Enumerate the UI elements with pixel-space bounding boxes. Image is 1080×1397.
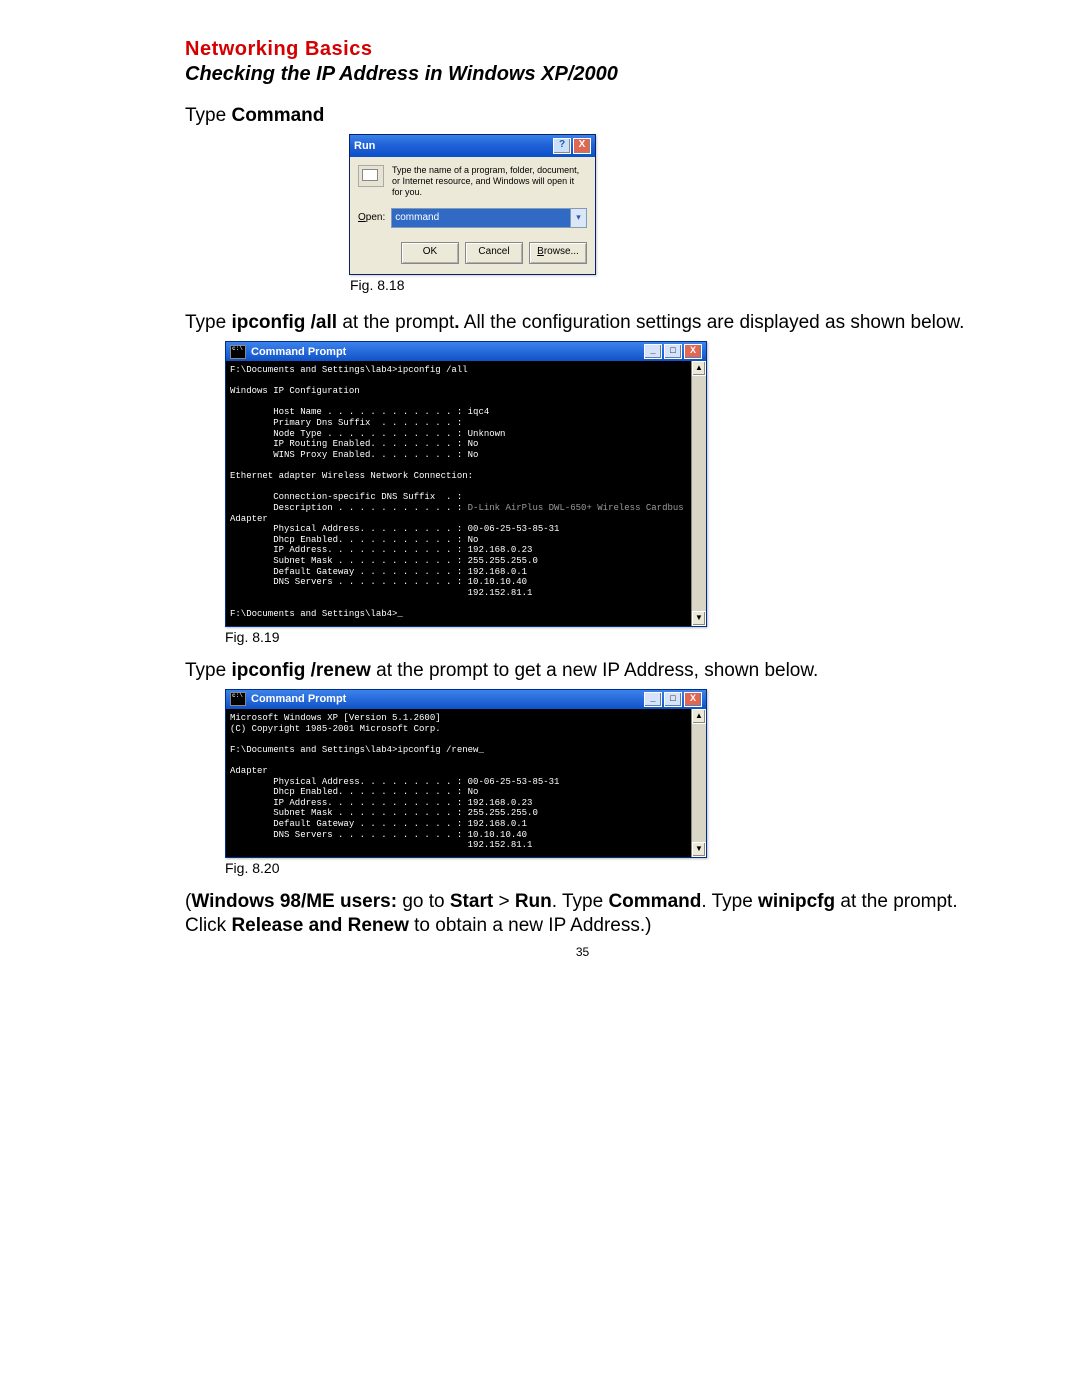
cmd-titlebar: Command Prompt _ □ X (226, 690, 706, 709)
open-combobox[interactable]: ▾ (391, 208, 587, 228)
run-title-text: Run (354, 140, 375, 152)
document-page: Networking Basics Checking the IP Addres… (0, 0, 1080, 999)
cmd-icon (230, 345, 246, 359)
scrollbar-track[interactable] (692, 724, 706, 842)
cmd-output: Microsoft Windows XP [Version 5.1.2600] … (226, 709, 691, 857)
titlebar-buttons: _ □ X (644, 344, 702, 359)
run-dialog: Run ? X Type the name of a program, fold… (349, 134, 596, 274)
scroll-up-button[interactable]: ▲ (692, 361, 706, 376)
scroll-down-button[interactable]: ▼ (692, 611, 706, 626)
text-bold: Command (231, 105, 324, 126)
cmd-output: F:\Documents and Settings\lab4>ipconfig … (226, 361, 691, 626)
cancel-button[interactable]: Cancel (465, 242, 523, 264)
minimize-button[interactable]: _ (644, 692, 662, 707)
cmd-icon (230, 692, 246, 706)
browse-button[interactable]: Browse... (529, 242, 587, 264)
section-subheading: Checking the IP Address in Windows XP/20… (185, 63, 980, 86)
text: All the configuration settings are displ… (460, 312, 965, 333)
maximize-button[interactable]: □ (664, 344, 682, 359)
text-bold: ipconfig /renew (231, 660, 370, 681)
ok-button[interactable]: OK (401, 242, 459, 264)
run-body: Type the name of a program, folder, docu… (350, 157, 595, 273)
titlebar-buttons: _ □ X (644, 692, 702, 707)
cmd-titlebar: Command Prompt _ □ X (226, 342, 706, 361)
text: at the prompt (337, 312, 454, 333)
figure-caption: Fig. 8.19 (225, 629, 980, 645)
minimize-button[interactable]: _ (644, 344, 662, 359)
cmd-title-text: Command Prompt (251, 693, 346, 705)
help-button[interactable]: ? (553, 138, 571, 154)
open-input[interactable] (392, 209, 570, 227)
instruction-win98me: (Windows 98/ME users: go to Start > Run.… (185, 890, 980, 939)
instruction-ipconfig-renew: Type ipconfig /renew at the prompt to ge… (185, 659, 980, 683)
command-prompt-window: Command Prompt _ □ X Microsoft Windows X… (225, 689, 707, 858)
run-icon (358, 165, 384, 187)
scroll-down-button[interactable]: ▼ (692, 842, 706, 857)
text: Type (185, 105, 231, 126)
figure-caption: Fig. 8.18 (350, 277, 980, 293)
section-heading: Networking Basics (185, 38, 980, 61)
figure-caption: Fig. 8.20 (225, 860, 980, 876)
text: at the prompt to get a new IP Address, s… (371, 660, 818, 681)
close-button[interactable]: X (684, 344, 702, 359)
text-bold: ipconfig /all (231, 312, 337, 333)
command-prompt-window: Command Prompt _ □ X F:\Documents and Se… (225, 341, 707, 627)
run-titlebar: Run ? X (350, 135, 595, 157)
close-button[interactable]: X (573, 138, 591, 154)
cmd-title-text: Command Prompt (251, 346, 346, 358)
close-button[interactable]: X (684, 692, 702, 707)
page-number: 35 (185, 945, 980, 959)
scrollbar-track[interactable] (692, 376, 706, 611)
scrollbar[interactable]: ▲ ▼ (691, 709, 706, 857)
scroll-up-button[interactable]: ▲ (692, 709, 706, 724)
instruction-type-command: Type Command (185, 104, 980, 128)
dropdown-arrow-icon[interactable]: ▾ (570, 209, 586, 227)
maximize-button[interactable]: □ (664, 692, 682, 707)
text: Type (185, 660, 231, 681)
open-label: Open: (358, 212, 385, 223)
text: Type (185, 312, 231, 333)
scrollbar[interactable]: ▲ ▼ (691, 361, 706, 626)
instruction-ipconfig-all: Type ipconfig /all at the prompt. All th… (185, 311, 980, 335)
titlebar-buttons: ? X (553, 138, 591, 154)
run-description: Type the name of a program, folder, docu… (392, 165, 587, 197)
